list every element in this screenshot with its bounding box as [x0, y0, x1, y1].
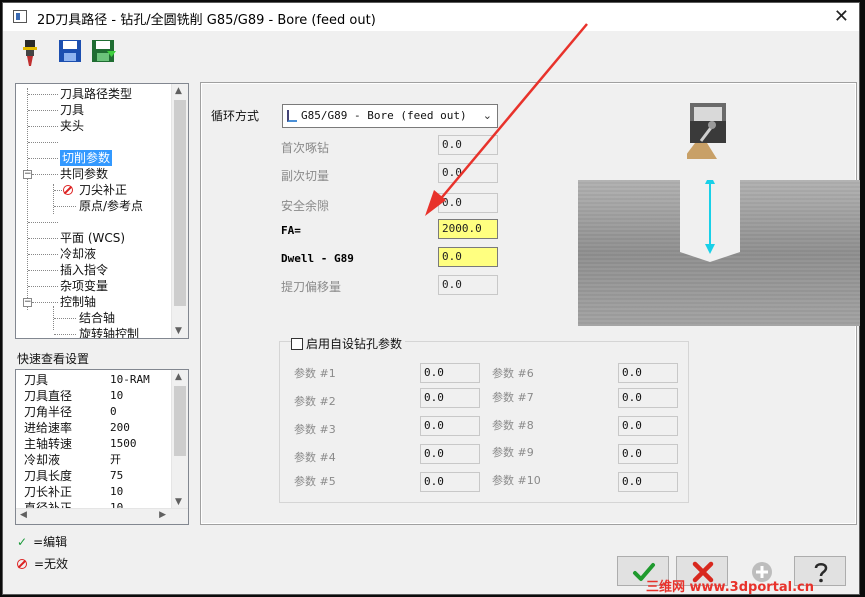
custom-param-label: 参数 #9 — [492, 446, 534, 459]
tree-item-plane[interactable]: 平面 (WCS) — [60, 230, 125, 246]
custom-param-input[interactable]: 0.0 — [618, 416, 678, 436]
tree-scrollbar[interactable]: ▲ ▼ — [171, 84, 188, 338]
scroll-up-icon[interactable]: ▲ — [175, 372, 182, 382]
param-label-first-peck: 首次啄钻 — [281, 141, 330, 155]
check-icon: ✓ — [17, 535, 28, 549]
save-as-icon[interactable] — [91, 39, 117, 65]
tree-guide-line — [27, 88, 28, 310]
custom-param-label: 参数 #6 — [492, 367, 534, 380]
disabled-status-icon — [17, 559, 27, 569]
quick-view-row: 刀长补正 10 — [24, 485, 124, 499]
cycle-label: 循环方式 — [211, 109, 260, 123]
scroll-thumb[interactable] — [174, 386, 186, 456]
quick-view-list: 刀具 10-RAM 刀具直径 10 刀角半径 0 进给速率 200 主轴转速 1500 冷… — [15, 369, 189, 525]
custom-param-label: 参数 #1 — [294, 367, 336, 380]
custom-param-label: 参数 #10 — [492, 474, 541, 487]
toolbar — [3, 31, 859, 75]
tree-item-canned-text[interactable]: 插入指令 — [60, 262, 108, 278]
custom-param-input[interactable]: 0.0 — [420, 363, 480, 383]
quick-view-label: 快速查看设置 — [17, 352, 90, 366]
param-label-sub-peck: 副次切量 — [281, 169, 330, 183]
param-label-clearance: 安全余隙 — [281, 199, 330, 213]
custom-param-label: 参数 #8 — [492, 419, 534, 432]
watermark: 三维网 www.3dportal.cn — [646, 580, 815, 595]
tree-collapse-icon[interactable]: − — [23, 170, 32, 179]
custom-param-input[interactable]: 0.0 — [618, 472, 678, 492]
disabled-status-icon — [63, 185, 73, 195]
tool-icon[interactable] — [17, 39, 43, 66]
boring-tool-icon — [687, 103, 726, 159]
custom-param-label: 参数 #5 — [294, 475, 336, 488]
title-bar: 2D刀具路径 - 钻孔/全圆铣削 G85/G89 - Bore (feed ou… — [3, 3, 859, 31]
custom-param-input[interactable]: 0.0 — [420, 388, 480, 408]
tree-item-tool[interactable]: 刀具 — [60, 102, 84, 118]
param-label-retract-shift: 提刀偏移量 — [281, 280, 342, 294]
custom-param-label: 参数 #2 — [294, 395, 336, 408]
cycle-select[interactable]: G85/G89 - Bore (feed out) ⌄ — [282, 104, 498, 128]
tree-item-holder[interactable]: 夹头 — [60, 118, 84, 134]
quick-view-row: 主轴转速 1500 — [24, 437, 137, 451]
custom-param-input[interactable]: 0.0 — [618, 363, 678, 383]
tree-item-tip-comp[interactable]: 刀尖补正 — [79, 182, 127, 198]
custom-param-input[interactable]: 0.0 — [618, 388, 678, 408]
tree-item-axis-combination[interactable]: 结合轴 — [79, 310, 115, 326]
quick-view-row: 进给速率 200 — [24, 421, 130, 435]
param-input-sub-peck[interactable]: 0.0 — [438, 163, 498, 183]
param-label-fa: FA= — [281, 224, 301, 237]
param-input-clearance[interactable]: 0.0 — [438, 193, 498, 213]
scroll-up-icon[interactable]: ▲ — [175, 86, 182, 96]
dialog-window: 2D刀具路径 - 钻孔/全圆铣削 G85/G89 - Bore (feed ou… — [2, 2, 860, 595]
window-title: 2D刀具路径 - 钻孔/全圆铣削 G85/G89 - Bore (feed ou… — [37, 13, 376, 28]
quick-view-row: 刀具长度 75 — [24, 469, 124, 483]
tree-guide-line — [53, 184, 54, 214]
checkbox-box[interactable] — [291, 338, 303, 350]
close-button[interactable]: ✕ — [834, 6, 849, 27]
cut-params-panel: 循环方式 G85/G89 - Bore (feed out) ⌄ 首次啄钻 0.… — [200, 82, 860, 525]
custom-param-input[interactable]: 0.0 — [420, 472, 480, 492]
quick-view-row: 刀具 10-RAM — [24, 373, 150, 387]
custom-param-label: 参数 #7 — [492, 391, 534, 404]
tree-item-cut-params[interactable]: 切削参数 — [60, 150, 113, 166]
param-input-first-peck[interactable]: 0.0 — [438, 135, 498, 155]
legend-disabled: =无效 — [17, 555, 68, 572]
window-app-icon — [13, 10, 27, 23]
param-tree: 刀具路径类型 刀具 夹头 切削参数 − 共同参数 刀尖补正 原点/参考点 平面 … — [15, 83, 189, 339]
tree-item-common-params[interactable]: 共同参数 — [60, 166, 108, 182]
scroll-thumb[interactable] — [174, 100, 186, 306]
tree-item-home-point[interactable]: 原点/参考点 — [79, 198, 143, 214]
quick-view-hscrollbar[interactable]: ◀ ▶ — [16, 508, 188, 524]
scroll-down-icon[interactable]: ▼ — [175, 326, 182, 336]
custom-param-input[interactable]: 0.0 — [420, 416, 480, 436]
param-input-retract-shift[interactable]: 0.0 — [438, 275, 498, 295]
drill-cycle-icon — [287, 110, 297, 122]
scroll-left-icon[interactable]: ◀ — [20, 510, 27, 520]
tree-item-rotary-axis[interactable]: 旋转轴控制 — [79, 326, 139, 338]
hole-preview-image — [578, 180, 860, 326]
custom-param-input[interactable]: 0.0 — [420, 444, 480, 464]
param-label-dwell: Dwell - G89 — [281, 252, 354, 265]
quick-view-row: 刀具直径 10 — [24, 389, 124, 403]
tree-item-axis-control[interactable]: 控制轴 — [60, 294, 96, 310]
tree-item-misc-values[interactable]: 杂项变量 — [60, 278, 108, 294]
custom-param-input[interactable]: 0.0 — [618, 444, 678, 464]
param-input-fa[interactable]: 2000.0 — [438, 219, 498, 239]
quick-view-scrollbar[interactable]: ▲ ▼ — [171, 370, 188, 509]
param-input-dwell[interactable]: 0.0 — [438, 247, 498, 267]
quick-view-row: 冷却液开 — [24, 453, 121, 467]
legend-edited: ✓ =编辑 — [17, 535, 68, 549]
chevron-down-icon[interactable]: ⌄ — [483, 105, 492, 127]
save-icon[interactable] — [58, 39, 84, 65]
tree-item-toolpath-type[interactable]: 刀具路径类型 — [60, 86, 132, 102]
custom-param-label: 参数 #3 — [294, 423, 336, 436]
quick-view-row: 刀角半径 0 — [24, 405, 117, 419]
tree-collapse-icon[interactable]: − — [23, 298, 32, 307]
tree-item-coolant[interactable]: 冷却液 — [60, 246, 96, 262]
custom-param-label: 参数 #4 — [294, 451, 336, 464]
scroll-right-icon[interactable]: ▶ — [159, 510, 166, 520]
enable-custom-checkbox[interactable]: 启用自设钻孔参数 — [291, 335, 406, 352]
scroll-down-icon[interactable]: ▼ — [175, 497, 182, 507]
